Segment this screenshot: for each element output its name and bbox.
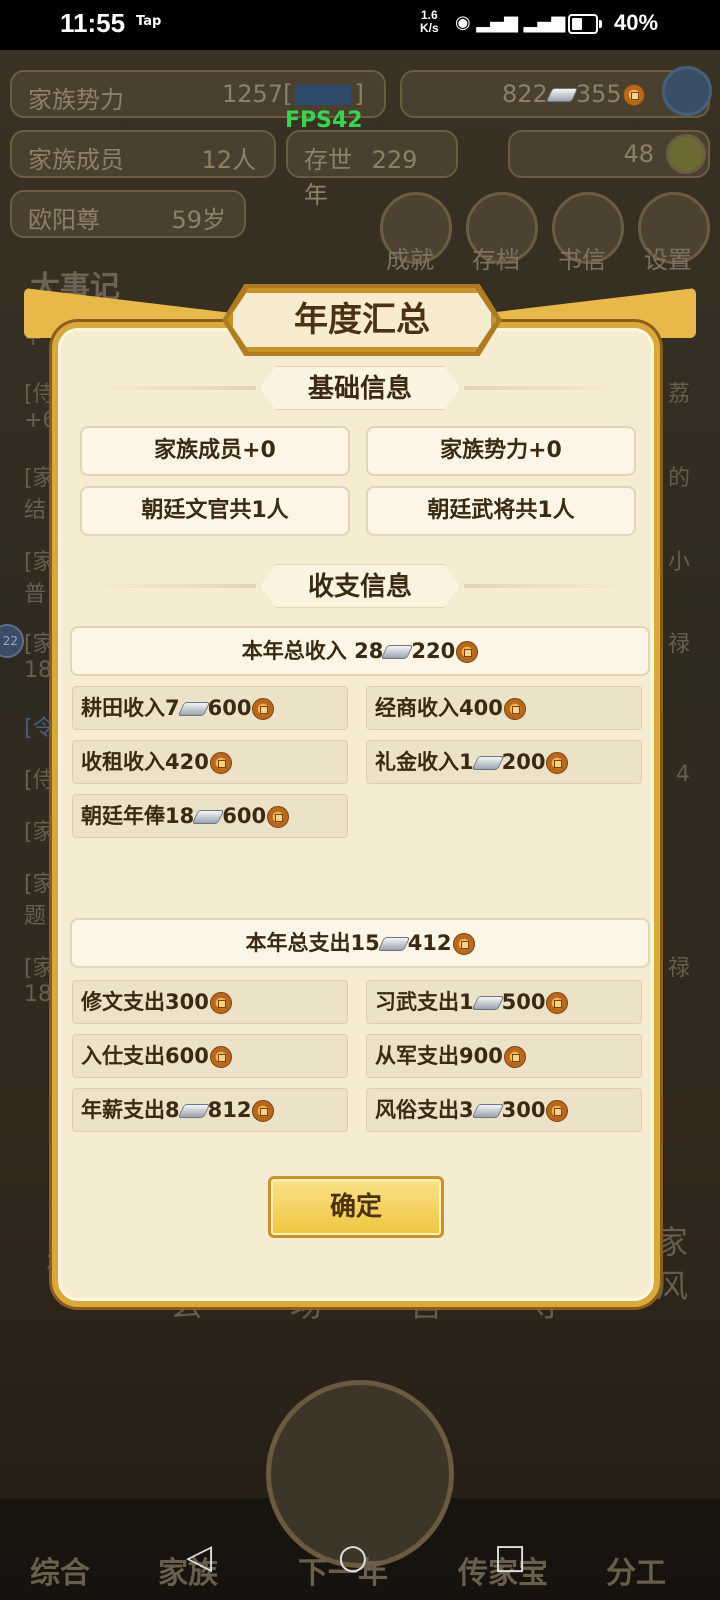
help-icon[interactable] (662, 66, 712, 116)
copper-coin-icon (546, 1100, 569, 1122)
recents-icon[interactable]: □ (494, 1537, 526, 1577)
network-speed: 1.6 K/s (420, 8, 439, 35)
copper-coin-icon (209, 752, 232, 774)
copper-coin-icon (267, 806, 290, 828)
existence-panel: 存世 229年 (286, 130, 458, 209)
copper-coin-icon (209, 1046, 232, 1068)
nav-overview[interactable]: 综合 (30, 1548, 90, 1592)
expense-martial: 习武支出1 500 (366, 980, 642, 1024)
expense-officialdom: 入仕支出600 (72, 1034, 348, 1078)
status-bar: 11:55 Tap 1.6 K/s ◉ ▂▄▆ ▂▄▆ 40% (0, 0, 720, 50)
silver-ingot-icon (471, 756, 504, 770)
copper-coin-icon (252, 698, 275, 720)
income-farming: 耕田收入7 600 (72, 686, 348, 730)
members-panel: 家族成员 12人 (10, 130, 276, 178)
basic-civil-officials: 朝廷文官共1人 (80, 486, 350, 536)
copper-coin-icon (209, 992, 232, 1014)
expense-military: 从军支出900 (366, 1034, 642, 1078)
menu-achievement[interactable]: 成就 (386, 240, 434, 275)
silver-ingot-icon (377, 937, 410, 951)
silver-ingot-icon (191, 810, 225, 824)
copper-coin-icon (503, 1046, 526, 1068)
home-icon[interactable]: ○ (338, 1537, 368, 1577)
battery-icon (568, 14, 598, 34)
expense-total: 本年总支出15 412 (70, 918, 650, 968)
basic-military-generals: 朝廷武将共1人 (366, 486, 636, 536)
silver-ingot-icon (471, 1104, 504, 1118)
copper-coin-icon (546, 992, 569, 1014)
silver-ingot-icon (471, 996, 504, 1010)
signal-icons: ◉ ▂▄▆ ▂▄▆ (455, 12, 566, 33)
silver-ingot-icon (545, 88, 579, 102)
copper-coin-icon (252, 1100, 275, 1122)
menu-settings[interactable]: 设置 (644, 240, 692, 275)
income-court-salary: 朝廷年俸18 600 (72, 794, 348, 838)
menu-letter[interactable]: 书信 (558, 240, 606, 275)
copper-coin-icon (622, 84, 645, 106)
income-trade: 经商收入400 (366, 686, 642, 730)
expense-scholarship: 修文支出300 (72, 980, 348, 1024)
fps-counter: FPS42 (285, 108, 363, 133)
rank-badge (295, 85, 352, 105)
basic-power: 家族势力+0 (366, 426, 636, 476)
copper-coin-icon (546, 752, 569, 774)
expense-salaries: 年薪支出8 812 (72, 1088, 348, 1132)
expense-customs: 风俗支出3 300 (366, 1088, 642, 1132)
income-total: 本年总收入 28 220 (70, 626, 650, 676)
copper-coin-icon (452, 933, 475, 955)
status-carrier: Tap (136, 14, 162, 29)
copper-coin-icon (503, 698, 526, 720)
menu-save[interactable]: 存档 (472, 240, 520, 275)
status-time: 11:55 (60, 8, 126, 38)
income-rent: 收租收入420 (72, 740, 348, 784)
dialog-title: 年度汇总 (228, 288, 496, 352)
income-gifts: 礼金收入1 200 (366, 740, 642, 784)
silver-ingot-icon (381, 645, 414, 659)
battery-percent: 40% (614, 10, 659, 35)
patriarch-panel: 欧阳尊 59岁 (10, 190, 246, 238)
back-icon[interactable]: ◁ (186, 1537, 212, 1577)
basic-members: 家族成员+0 (80, 426, 350, 476)
copper-coin-icon (456, 641, 479, 663)
silver-ingot-icon (177, 702, 210, 716)
finance-info-header: 收支信息 (96, 564, 624, 608)
silver-ingot-icon (177, 1104, 210, 1118)
plus-icon[interactable] (666, 134, 706, 174)
confirm-button[interactable]: 确定 (268, 1176, 444, 1238)
basic-info-header: 基础信息 (96, 366, 624, 410)
nav-assignment[interactable]: 分工 (606, 1548, 666, 1592)
